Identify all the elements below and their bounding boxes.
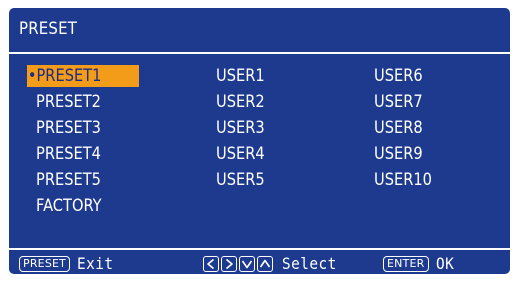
user-item-user1[interactable]: USER1 bbox=[216, 63, 273, 89]
down-arrow-key-icon bbox=[239, 256, 255, 272]
footer-divider bbox=[9, 248, 510, 250]
user-item-user4[interactable]: USER4 bbox=[216, 141, 273, 167]
key-guide-footer: PRESET Exit Select ENTER OK bbox=[9, 254, 510, 274]
preset-item-preset3[interactable]: PRESET3 bbox=[27, 115, 139, 141]
preset-item-preset5[interactable]: PRESET5 bbox=[27, 167, 139, 193]
user-item-user7[interactable]: USER7 bbox=[374, 89, 441, 115]
preset-item-label: FACTORY bbox=[36, 196, 102, 216]
preset-item-preset1[interactable]: •PRESET1 bbox=[27, 65, 139, 87]
preset-item-label: PRESET3 bbox=[36, 118, 101, 138]
preset-item-preset2[interactable]: PRESET2 bbox=[27, 89, 139, 115]
preset-list: •PRESET1 PRESET2 PRESET3 PRESET4 PRESET5… bbox=[27, 63, 139, 219]
selected-bullet: • bbox=[27, 66, 37, 86]
user-item-user10[interactable]: USER10 bbox=[374, 167, 441, 193]
user-item-label: USER3 bbox=[216, 118, 265, 138]
user-item-label: USER5 bbox=[216, 170, 265, 190]
preset-item-factory[interactable]: FACTORY bbox=[27, 193, 139, 219]
user-item-user6[interactable]: USER6 bbox=[374, 63, 441, 89]
right-arrow-key-icon bbox=[221, 256, 237, 272]
user-item-user5[interactable]: USER5 bbox=[216, 167, 273, 193]
preset-item-label: PRESET1 bbox=[36, 66, 102, 86]
enter-key-icon: ENTER bbox=[383, 256, 429, 272]
user-item-label: USER7 bbox=[374, 92, 423, 112]
user-item-label: USER1 bbox=[216, 66, 265, 86]
user-item-label: USER6 bbox=[374, 66, 423, 86]
preset-key-icon: PRESET bbox=[19, 256, 71, 272]
user-item-user9[interactable]: USER9 bbox=[374, 141, 441, 167]
user-item-label: USER10 bbox=[374, 170, 432, 190]
user-list-left: USER1 USER2 USER3 USER4 USER5 bbox=[216, 63, 273, 193]
user-item-user3[interactable]: USER3 bbox=[216, 115, 273, 141]
user-item-label: USER4 bbox=[216, 144, 265, 164]
ok-label: OK bbox=[435, 254, 454, 273]
preset-item-label: PRESET4 bbox=[36, 144, 101, 164]
preset-item-label: PRESET2 bbox=[36, 92, 101, 112]
select-hint: Select bbox=[203, 254, 343, 274]
user-item-label: USER9 bbox=[374, 144, 423, 164]
ok-hint: ENTER OK bbox=[383, 254, 456, 274]
user-item-user8[interactable]: USER8 bbox=[374, 115, 441, 141]
preset-item-label: PRESET5 bbox=[36, 170, 101, 190]
user-item-label: USER8 bbox=[374, 118, 423, 138]
user-list-right: USER6 USER7 USER8 USER9 USER10 bbox=[374, 63, 441, 193]
exit-hint: PRESET Exit bbox=[19, 254, 118, 274]
left-arrow-key-icon bbox=[203, 256, 219, 272]
preset-menu-panel: PRESET •PRESET1 PRESET2 PRESET3 PRESET4 … bbox=[9, 8, 510, 274]
up-arrow-key-icon bbox=[257, 256, 273, 272]
menu-title: PRESET bbox=[19, 19, 78, 39]
exit-label: Exit bbox=[77, 254, 114, 273]
user-item-user2[interactable]: USER2 bbox=[216, 89, 273, 115]
header-divider bbox=[9, 52, 510, 54]
user-item-label: USER2 bbox=[216, 92, 265, 112]
preset-item-preset4[interactable]: PRESET4 bbox=[27, 141, 139, 167]
select-label: Select bbox=[282, 254, 337, 273]
